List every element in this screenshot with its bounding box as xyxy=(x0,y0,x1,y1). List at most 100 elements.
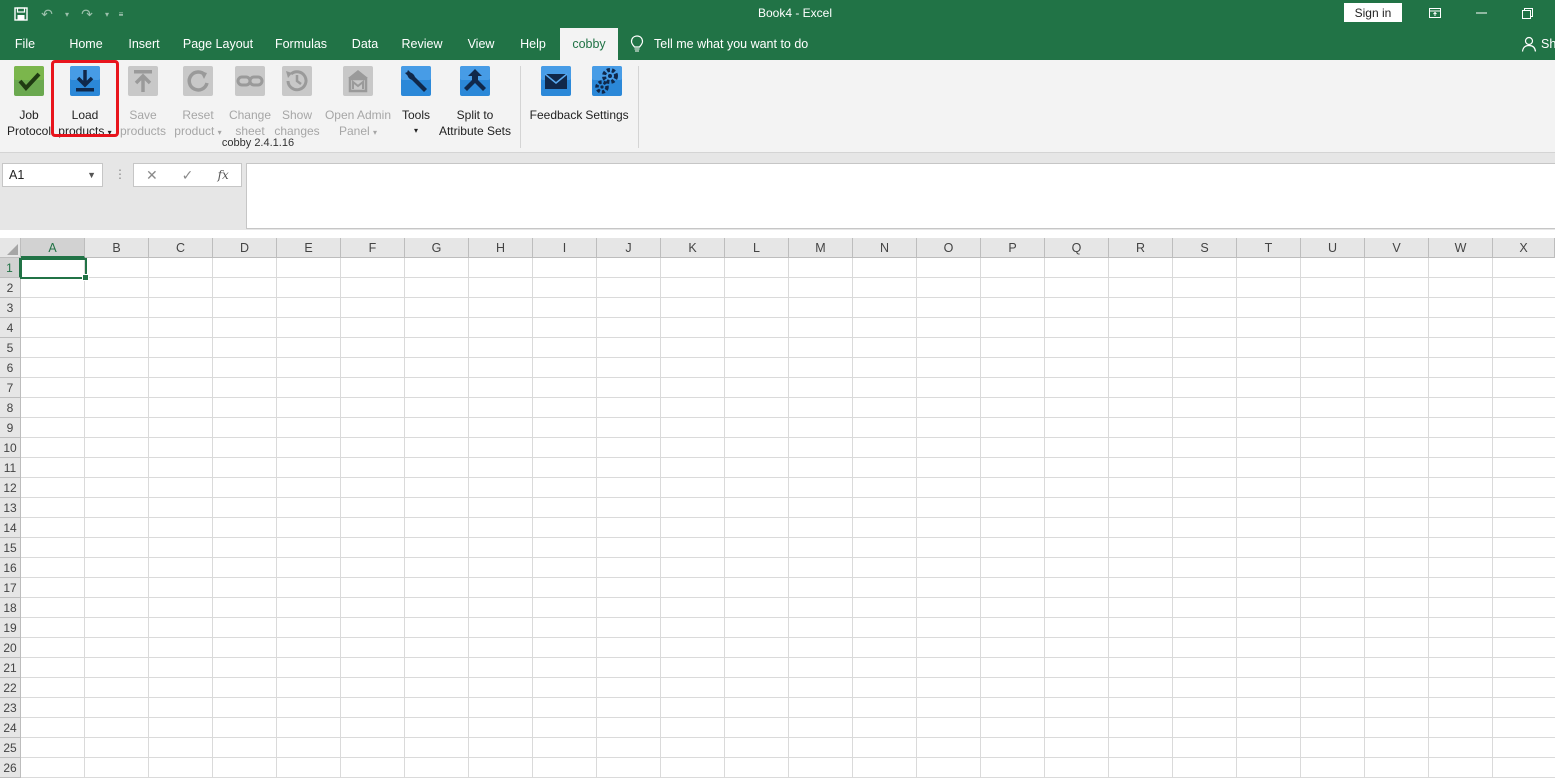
column-header-r[interactable]: R xyxy=(1109,238,1173,258)
active-cell-a1[interactable] xyxy=(20,258,89,281)
column-header-s[interactable]: S xyxy=(1173,238,1237,258)
row-header-9[interactable]: 9 xyxy=(0,418,21,438)
row-header-16[interactable]: 16 xyxy=(0,558,21,578)
column-header-j[interactable]: J xyxy=(597,238,661,258)
column-header-f[interactable]: F xyxy=(341,238,405,258)
reset-product-label-2: product xyxy=(174,124,215,138)
row-header-4[interactable]: 4 xyxy=(0,318,21,338)
cell-area[interactable] xyxy=(21,258,1555,778)
job-protocol-button[interactable]: Job Protocol xyxy=(2,65,56,139)
column-header-c[interactable]: C xyxy=(149,238,213,258)
enter-icon[interactable]: ✓ xyxy=(170,164,206,186)
job-protocol-label-1: Job xyxy=(19,108,39,122)
row-header-8[interactable]: 8 xyxy=(0,398,21,418)
row-header-17[interactable]: 17 xyxy=(0,578,21,598)
row-header-19[interactable]: 19 xyxy=(0,618,21,638)
row-header-13[interactable]: 13 xyxy=(0,498,21,518)
settings-button[interactable]: Settings xyxy=(582,65,632,123)
formula-buttons: ✕ ✓ fx xyxy=(133,163,242,187)
row-header-26[interactable]: 26 xyxy=(0,758,21,778)
tab-page-layout[interactable]: Page Layout xyxy=(176,28,260,60)
tab-formulas[interactable]: Formulas xyxy=(268,28,334,60)
row-header-1[interactable]: 1 xyxy=(0,258,21,278)
column-header-o[interactable]: O xyxy=(917,238,981,258)
open-admin-panel-label-2: Panel xyxy=(338,124,370,138)
row-header-15[interactable]: 15 xyxy=(0,538,21,558)
row-header-22[interactable]: 22 xyxy=(0,678,21,698)
column-header-h[interactable]: H xyxy=(469,238,533,258)
chevron-down-icon[interactable]: ▼ xyxy=(87,164,96,186)
tab-review[interactable]: Review xyxy=(396,28,448,60)
customize-qat-icon[interactable]: ≡ xyxy=(116,4,126,24)
tab-home[interactable]: Home xyxy=(60,28,112,60)
row-header-20[interactable]: 20 xyxy=(0,638,21,658)
column-header-q[interactable]: Q xyxy=(1045,238,1109,258)
row-header-10[interactable]: 10 xyxy=(0,438,21,458)
row-header-2[interactable]: 2 xyxy=(0,278,21,298)
column-header-i[interactable]: I xyxy=(533,238,597,258)
row-header-11[interactable]: 11 xyxy=(0,458,21,478)
split-attribute-sets-button[interactable]: Split to Attribute Sets xyxy=(436,65,514,139)
column-header-m[interactable]: M xyxy=(789,238,853,258)
column-header-b[interactable]: B xyxy=(85,238,149,258)
feedback-label: Feedback xyxy=(529,108,583,122)
undo-dropdown-icon[interactable]: ▾ xyxy=(62,4,72,24)
column-header-d[interactable]: D xyxy=(213,238,277,258)
save-icon[interactable] xyxy=(10,4,32,24)
column-header-x[interactable]: X xyxy=(1493,238,1555,258)
tab-insert[interactable]: Insert xyxy=(120,28,168,60)
tools-button[interactable]: Tools ▾ xyxy=(394,65,438,139)
column-header-n[interactable]: N xyxy=(853,238,917,258)
column-header-v[interactable]: V xyxy=(1365,238,1429,258)
tab-help[interactable]: Help xyxy=(512,28,554,60)
column-header-t[interactable]: T xyxy=(1237,238,1301,258)
change-sheet-button[interactable]: Change sheet xyxy=(224,65,276,139)
redo-icon[interactable]: ↷ xyxy=(76,4,98,24)
column-header-a[interactable]: A xyxy=(21,238,85,258)
tab-view[interactable]: View xyxy=(460,28,502,60)
column-header-l[interactable]: L xyxy=(725,238,789,258)
ribbon-display-options-icon[interactable] xyxy=(1420,2,1450,24)
row-header-21[interactable]: 21 xyxy=(0,658,21,678)
ribbon-separator xyxy=(638,66,639,148)
column-header-p[interactable]: P xyxy=(981,238,1045,258)
feedback-button[interactable]: Feedback xyxy=(528,65,584,123)
row-header-24[interactable]: 24 xyxy=(0,718,21,738)
chevron-down-icon: ▾ xyxy=(373,128,378,137)
column-header-g[interactable]: G xyxy=(405,238,469,258)
row-header-25[interactable]: 25 xyxy=(0,738,21,758)
row-header-23[interactable]: 23 xyxy=(0,698,21,718)
row-header-3[interactable]: 3 xyxy=(0,298,21,318)
formula-input[interactable] xyxy=(246,163,1555,229)
row-header-18[interactable]: 18 xyxy=(0,598,21,618)
tab-file[interactable]: File xyxy=(4,28,46,60)
row-header-5[interactable]: 5 xyxy=(0,338,21,358)
tell-me-search[interactable]: Tell me what you want to do xyxy=(630,28,808,60)
tab-cobby[interactable]: cobby xyxy=(560,28,618,60)
column-header-w[interactable]: W xyxy=(1429,238,1493,258)
sign-in-button[interactable]: Sign in xyxy=(1344,3,1402,22)
cancel-icon[interactable]: ✕ xyxy=(134,164,170,186)
insert-function-icon[interactable]: fx xyxy=(205,164,241,186)
restore-icon[interactable] xyxy=(1512,2,1542,24)
undo-icon[interactable]: ↶ xyxy=(36,4,58,24)
open-admin-panel-button[interactable]: Open Admin Panel ▾ xyxy=(322,65,394,141)
name-box[interactable]: A1 ▼ xyxy=(2,163,103,187)
row-header-12[interactable]: 12 xyxy=(0,478,21,498)
redo-dropdown-icon[interactable]: ▾ xyxy=(102,4,112,24)
reset-product-button[interactable]: Reset product ▾ xyxy=(170,65,226,141)
gears-icon xyxy=(592,66,622,96)
show-changes-button[interactable]: Show changes xyxy=(272,65,322,139)
column-header-u[interactable]: U xyxy=(1301,238,1365,258)
row-header-14[interactable]: 14 xyxy=(0,518,21,538)
column-header-e[interactable]: E xyxy=(277,238,341,258)
row-header-6[interactable]: 6 xyxy=(0,358,21,378)
tab-data[interactable]: Data xyxy=(344,28,386,60)
share-button[interactable]: Sh xyxy=(1521,28,1555,60)
select-all-button[interactable] xyxy=(0,238,21,258)
save-products-button[interactable]: Save products xyxy=(115,65,171,139)
column-header-k[interactable]: K xyxy=(661,238,725,258)
formula-bar-grip-icon[interactable]: ⋮ xyxy=(114,167,126,181)
minimize-icon[interactable] xyxy=(1466,2,1496,24)
row-header-7[interactable]: 7 xyxy=(0,378,21,398)
